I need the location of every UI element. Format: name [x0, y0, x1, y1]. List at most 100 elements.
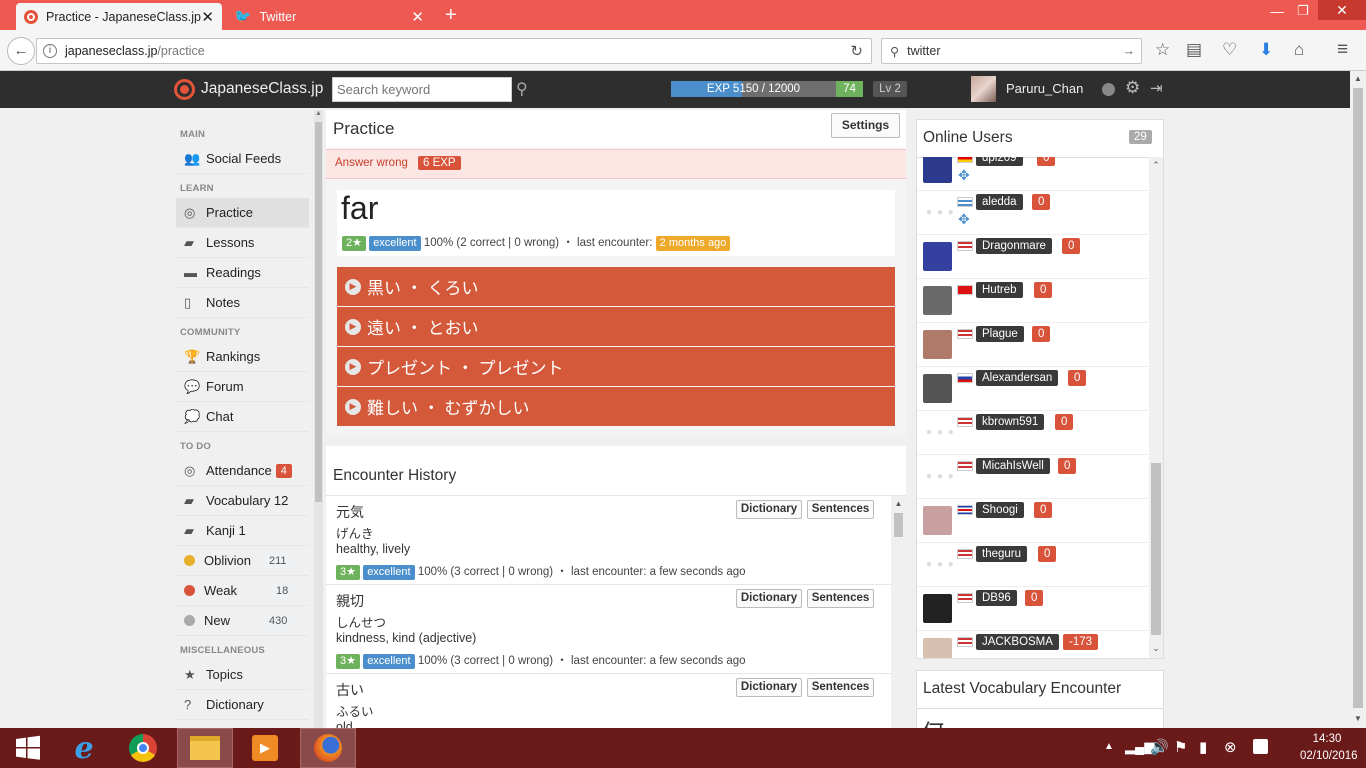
- online-user-row[interactable]: JACKBOSMA -173: [917, 631, 1148, 658]
- online-user-row[interactable]: Shoogi 0: [917, 499, 1148, 543]
- search-box[interactable]: ⚲ twitter →: [881, 38, 1142, 64]
- online-username[interactable]: Plague: [976, 326, 1024, 342]
- sentences-button[interactable]: Sentences: [807, 678, 874, 697]
- choice-2[interactable]: ▶ 遠い ・ とおい: [337, 307, 895, 346]
- sidebar-item-new[interactable]: New 430: [176, 606, 309, 636]
- dictionary-button[interactable]: Dictionary: [736, 500, 802, 519]
- online-user-row[interactable]: Alexandersan 0: [917, 367, 1148, 411]
- url-bar[interactable]: i japaneseclass.jp/practice ↻: [36, 38, 872, 64]
- online-user-row[interactable]: ● ● ● MicahIsWell 0: [917, 455, 1148, 499]
- sentences-button[interactable]: Sentences: [807, 500, 874, 519]
- user-avatar[interactable]: [923, 594, 952, 623]
- online-username[interactable]: kbrown591: [976, 414, 1045, 430]
- choice-3[interactable]: ▶ プレゼント ・ プレゼント: [337, 347, 895, 386]
- online-user-row[interactable]: ● ● ● aledda 0 ✥: [917, 191, 1148, 235]
- online-username[interactable]: theguru: [976, 546, 1028, 562]
- menu-icon[interactable]: ≡: [1337, 40, 1348, 60]
- firefox-icon[interactable]: [300, 728, 356, 768]
- site-logo[interactable]: JapaneseClass.jp: [201, 80, 323, 98]
- online-username[interactable]: Hutreb: [976, 282, 1023, 298]
- online-username[interactable]: Dragonmare: [976, 238, 1052, 254]
- status-dot-icon[interactable]: [1102, 83, 1115, 96]
- online-username[interactable]: JACKBOSMA: [976, 634, 1059, 650]
- tab-practice[interactable]: Practice - JapaneseClass.jp ✕: [16, 3, 222, 30]
- sidebar-item-chat[interactable]: 💭 Chat: [176, 402, 309, 432]
- site-search-input[interactable]: [332, 77, 512, 102]
- page-scrollbar[interactable]: ▲ ▼: [1350, 71, 1366, 728]
- online-user-row[interactable]: ● ● ● kbrown591 0: [917, 411, 1148, 455]
- online-user-row[interactable]: Dragonmare 0: [917, 235, 1148, 279]
- sidebar-item-topics[interactable]: ★ Topics: [176, 660, 309, 690]
- sidebar-item-rankings[interactable]: 🏆 Rankings: [176, 342, 309, 372]
- online-user-row[interactable]: Hutreb 0: [917, 279, 1148, 323]
- flag-icon[interactable]: ⚑: [1174, 738, 1187, 756]
- bookmark-star-icon[interactable]: ☆: [1155, 40, 1170, 60]
- online-user-row[interactable]: Plague 0: [917, 323, 1148, 367]
- users-scrollbar[interactable]: ⌃ ⌄: [1149, 157, 1163, 658]
- user-avatar[interactable]: [923, 157, 952, 183]
- chrome-icon[interactable]: [115, 728, 171, 768]
- close-icon[interactable]: ✕: [411, 8, 424, 26]
- new-tab-icon[interactable]: +: [445, 4, 457, 27]
- clock-date[interactable]: 02/10/2016: [1300, 750, 1358, 762]
- online-username[interactable]: MicahIsWell: [976, 458, 1050, 474]
- sidebar-item-kanji[interactable]: ▰ Kanji 1: [176, 516, 309, 546]
- window-close-icon[interactable]: ✕: [1318, 0, 1366, 20]
- online-username[interactable]: DB96: [976, 590, 1017, 606]
- user-avatar[interactable]: [971, 76, 996, 102]
- sidebar-item-attendance[interactable]: ◎ Attendance 4: [176, 456, 309, 486]
- user-avatar[interactable]: [923, 638, 952, 658]
- volume-icon[interactable]: 🔊: [1150, 738, 1169, 756]
- sidebar-item-weak[interactable]: Weak 18: [176, 576, 309, 606]
- user-avatar[interactable]: [923, 374, 952, 403]
- clock-time[interactable]: 14:30: [1307, 733, 1347, 745]
- user-avatar[interactable]: [923, 242, 952, 271]
- choice-4[interactable]: ▶ 難しい ・ むずかしい: [337, 387, 895, 426]
- online-username[interactable]: dpl209: [976, 157, 1023, 166]
- choice-1[interactable]: ▶ 黒い ・ くろい: [337, 267, 895, 306]
- pocket-icon[interactable]: ♡: [1222, 40, 1237, 60]
- sidebar-item-practice[interactable]: ◎ Practice: [176, 198, 309, 228]
- sidebar-item-dictionary[interactable]: ? Dictionary: [176, 690, 309, 720]
- online-user-row[interactable]: dpl209 0 ✥: [917, 157, 1148, 191]
- close-circle-icon[interactable]: ⊗: [1224, 738, 1237, 756]
- download-icon[interactable]: ⬇: [1259, 40, 1273, 60]
- sidebar-item-notes[interactable]: ▯ Notes: [176, 288, 309, 318]
- show-hidden-icons-icon[interactable]: ▲: [1104, 741, 1114, 752]
- tab-twitter[interactable]: 🐦 Twitter ✕: [226, 3, 432, 30]
- app-icon[interactable]: [1253, 739, 1268, 754]
- close-icon[interactable]: ✕: [201, 8, 214, 26]
- logout-icon[interactable]: ⇥: [1150, 79, 1163, 97]
- restore-icon[interactable]: ❐: [1297, 3, 1309, 19]
- file-explorer-icon[interactable]: [177, 728, 233, 768]
- user-avatar[interactable]: [923, 330, 952, 359]
- sidebar-scrollbar[interactable]: ▲: [314, 110, 323, 728]
- internet-explorer-icon[interactable]: e: [56, 728, 112, 768]
- user-avatar[interactable]: [923, 286, 952, 315]
- reading-list-icon[interactable]: ▤: [1186, 40, 1202, 60]
- go-arrow-icon[interactable]: →: [1123, 44, 1136, 58]
- reload-icon[interactable]: ↻: [850, 42, 863, 60]
- online-username[interactable]: Shoogi: [976, 502, 1024, 518]
- history-scrollbar[interactable]: ▲: [891, 497, 906, 728]
- sidebar-item-social-feeds[interactable]: 👥 Social Feeds: [176, 144, 309, 174]
- sidebar-item-vocabulary[interactable]: ▰ Vocabulary 12: [176, 486, 309, 516]
- search-icon[interactable]: ⚲: [516, 79, 528, 99]
- media-player-icon[interactable]: ▶: [237, 728, 293, 768]
- sidebar-item-lessons[interactable]: ▰ Lessons: [176, 228, 309, 258]
- home-icon[interactable]: ⌂: [1294, 40, 1304, 60]
- online-user-row[interactable]: ● ● ● theguru 0: [917, 543, 1148, 587]
- windows-start-icon[interactable]: [0, 728, 56, 768]
- gear-icon[interactable]: ⚙: [1125, 78, 1140, 98]
- dictionary-button[interactable]: Dictionary: [736, 589, 802, 608]
- settings-button[interactable]: Settings: [831, 113, 900, 138]
- sidebar-item-forum[interactable]: 💬 Forum: [176, 372, 309, 402]
- online-user-row[interactable]: DB96 0: [917, 587, 1148, 631]
- minimize-icon[interactable]: —: [1270, 3, 1284, 19]
- battery-icon[interactable]: ▮: [1199, 738, 1207, 756]
- user-avatar[interactable]: [923, 506, 952, 535]
- online-username[interactable]: Alexandersan: [976, 370, 1059, 386]
- back-icon[interactable]: ←: [7, 37, 35, 65]
- online-username[interactable]: aledda: [976, 194, 1023, 210]
- sentences-button[interactable]: Sentences: [807, 589, 874, 608]
